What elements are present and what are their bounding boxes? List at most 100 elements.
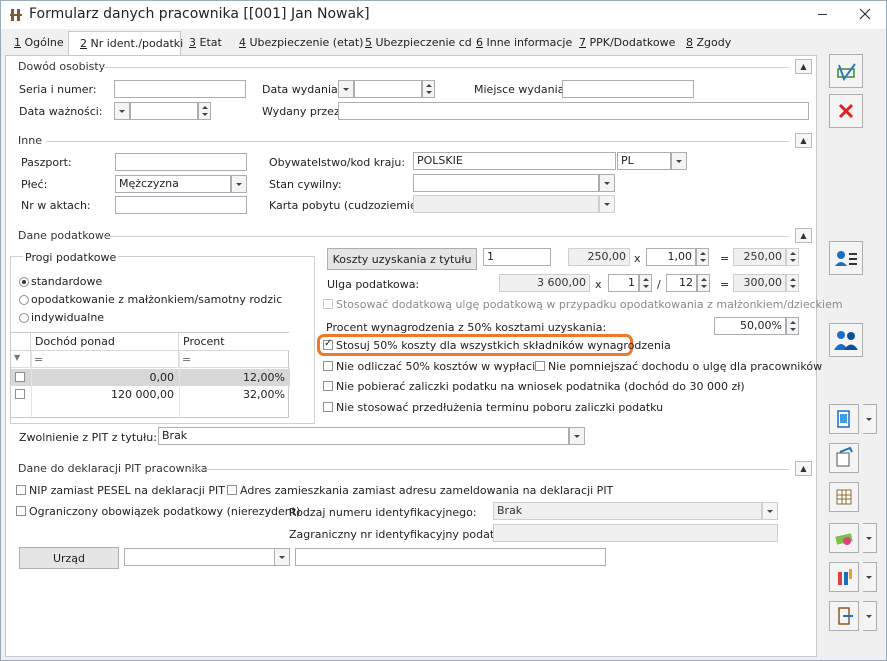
ulga-num-input[interactable]: 1	[608, 274, 639, 292]
urzad-code-select[interactable]	[124, 548, 275, 566]
nip-checkbox[interactable]	[16, 485, 26, 495]
zagraniczny-label: Zagraniczny nr identyfikacyjny podatnika…	[289, 528, 521, 541]
karta-pobytu-dropdown	[599, 195, 615, 213]
procent-label: Procent wynagrodzenia z 50% kosztami uzy…	[326, 321, 607, 334]
grid-header-procent[interactable]: Procent	[179, 333, 290, 351]
collapse-dowod-button[interactable]: ▲	[795, 59, 812, 74]
koszty-amount: 250,00	[568, 248, 630, 266]
section-pit-title: Dane do deklaracji PIT pracownika	[18, 462, 208, 475]
opt-nie-pomniejszac-checkbox[interactable]	[535, 361, 545, 371]
procent-input[interactable]: 50,00%	[714, 317, 786, 335]
procent-spinner[interactable]	[786, 317, 799, 335]
tab-ubezpieczenie-cd[interactable]: 5 Ubezpieczenie cd	[365, 33, 472, 55]
exit-button[interactable]	[829, 601, 859, 631]
minimize-icon[interactable]	[818, 14, 827, 15]
data-wydania-dropdown[interactable]	[338, 80, 354, 98]
signature-icon	[836, 446, 853, 467]
equals-sign: =	[720, 252, 730, 265]
calendar-button[interactable]	[829, 482, 859, 512]
contact-card-button[interactable]	[829, 241, 863, 275]
koszty-count-input[interactable]: 1	[483, 248, 551, 266]
zwolnienie-dropdown[interactable]	[569, 427, 585, 445]
ulga-num-spinner[interactable]	[639, 274, 652, 292]
save-button[interactable]	[829, 54, 863, 88]
grid-filter-procent[interactable]: =	[179, 351, 290, 368]
table-row[interactable]: 120 000,00 32,00%	[11, 386, 290, 403]
adres-checkbox[interactable]	[227, 485, 237, 495]
koszty-mult-input[interactable]: 1,00	[646, 248, 696, 266]
radio-malzonek[interactable]	[19, 295, 29, 305]
miejsce-wydania-input[interactable]	[562, 80, 694, 98]
grid-filter-dochod[interactable]: =	[31, 351, 179, 368]
row-checkbox[interactable]	[15, 389, 25, 399]
tab-ogolne[interactable]: 1 Ogólne	[14, 33, 64, 55]
ulga-den-spinner[interactable]	[697, 274, 710, 292]
wydany-przez-input[interactable]	[338, 102, 809, 120]
urzad-button[interactable]: Urząd	[19, 547, 119, 569]
obywatelstwo-input[interactable]: POLSKIE	[413, 152, 616, 170]
tab-ubezpieczenie-etat[interactable]: 4 Ubezpieczenie (etat)	[239, 33, 363, 55]
progi-grid: Dochód ponad Procent ▼ = = 0,00 12,00% 1…	[10, 332, 290, 419]
collapse-podatki-button[interactable]: ▲	[795, 228, 812, 243]
koszty-result-spinner	[786, 248, 799, 266]
divider	[190, 469, 789, 470]
rodzaj-select: Brak	[493, 502, 762, 520]
opt-nie-pobierac-label: Nie pobierać zaliczki podatku na wniosek…	[336, 380, 745, 393]
tab-etat[interactable]: 3 Etat	[189, 33, 222, 55]
tab-ppk-dodatkowe[interactable]: 7 PPK/Dodatkowe	[579, 33, 675, 55]
collapse-inne-button[interactable]: ▲	[795, 133, 812, 148]
money-icon	[835, 533, 853, 545]
row-checkbox[interactable]	[15, 372, 25, 382]
data-wydania-spinner[interactable]	[422, 80, 435, 98]
koszty-mult-spinner[interactable]	[696, 248, 709, 266]
koszty-uzyskania-button[interactable]: Koszty uzyskania z tytułu	[327, 248, 477, 270]
nr-w-aktach-label: Nr w aktach:	[21, 199, 91, 212]
ograniczony-label: Ograniczony obowiązek podatkowy (nierezy…	[29, 505, 301, 518]
close-icon[interactable]	[858, 7, 872, 21]
opt-50-label: Stosuj 50% koszty dla wszystkich składni…	[336, 339, 671, 352]
money-button[interactable]	[829, 523, 859, 553]
tools-button[interactable]	[829, 562, 859, 592]
plec-dropdown[interactable]	[231, 175, 247, 193]
radio-standardowe[interactable]	[19, 277, 29, 287]
exit-door-icon	[838, 607, 853, 625]
radio-indywidualne[interactable]	[19, 313, 29, 323]
plec-select[interactable]: Mężczyzna	[115, 175, 231, 193]
collapse-pit-button[interactable]: ▲	[795, 461, 812, 476]
document-menu-arrow[interactable]	[863, 404, 877, 434]
table-row[interactable]: 0,00 12,00%	[11, 369, 290, 386]
money-menu-arrow[interactable]	[863, 523, 877, 553]
tab-zgody[interactable]: 8 Zgody	[686, 33, 731, 55]
opt-50-checkbox[interactable]: ✓	[323, 338, 333, 350]
zwolnienie-select[interactable]: Brak	[158, 427, 569, 445]
seria-input[interactable]	[114, 80, 246, 98]
kod-kraju-dropdown[interactable]	[671, 152, 687, 170]
opt-nie-odliczac-checkbox[interactable]	[323, 361, 333, 371]
nr-w-aktach-input[interactable]	[115, 196, 247, 214]
opt-nie-stosowac-checkbox[interactable]	[323, 402, 333, 412]
data-waznosci-dropdown[interactable]	[114, 102, 130, 120]
urzad-code-dropdown[interactable]	[274, 548, 290, 566]
data-waznosci-spinner[interactable]	[198, 102, 211, 120]
urzad-name-input[interactable]	[295, 548, 606, 566]
ulga-den-input[interactable]: 12	[666, 274, 697, 292]
ograniczony-checkbox[interactable]	[16, 506, 26, 516]
tab-nr-ident-podatki[interactable]: 2 Nr ident./podatki	[68, 31, 183, 56]
document-button[interactable]	[829, 404, 859, 434]
tools-menu-arrow[interactable]	[863, 562, 877, 592]
ulga-amount: 3 600,00	[499, 274, 590, 292]
paszport-input[interactable]	[115, 153, 247, 171]
cancel-button[interactable]	[829, 94, 863, 128]
data-wydania-input[interactable]	[354, 80, 422, 98]
exit-menu-arrow[interactable]	[863, 601, 877, 631]
opt-nie-pobierac-checkbox[interactable]	[323, 381, 333, 391]
stan-cywilny-select[interactable]	[413, 174, 599, 192]
grid-header-dochod[interactable]: Dochód ponad	[31, 333, 179, 351]
kod-kraju-select[interactable]: PL	[617, 152, 671, 170]
tab-inne-informacje[interactable]: 6 Inne informacje	[476, 33, 572, 55]
filter-icon[interactable]: ▼	[11, 351, 31, 368]
signature-button[interactable]	[829, 443, 859, 473]
stan-cywilny-dropdown[interactable]	[599, 174, 615, 192]
family-button[interactable]	[829, 323, 863, 357]
data-waznosci-input[interactable]	[130, 102, 198, 120]
